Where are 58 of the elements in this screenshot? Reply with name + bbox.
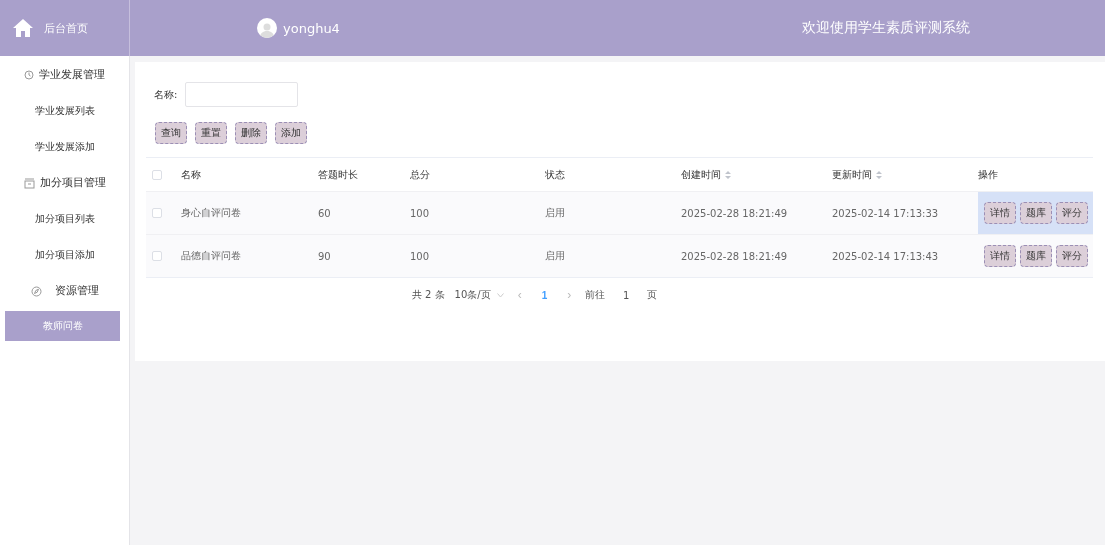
menu-group[interactable]: 加分项目管理 [0, 165, 129, 201]
menu-group-label: 学业发展管理 [39, 68, 105, 82]
table-cell: 2025-02-14 17:13:33 [832, 207, 939, 219]
action-button[interactable]: 重置 [195, 122, 227, 144]
row-action-button[interactable]: 评分 [1056, 245, 1088, 267]
menu-group-label: 加分项目管理 [39, 176, 106, 190]
page-size-select[interactable]: 10条/页 [454, 288, 504, 302]
table-cell: 100 [410, 207, 430, 219]
home-icon[interactable] [12, 18, 34, 38]
table-cell: 2025-02-28 18:21:49 [681, 207, 788, 219]
name-input[interactable] [185, 82, 299, 107]
row-action-button[interactable]: 题库 [1020, 202, 1052, 224]
menu-group-label: 资源管理 [54, 284, 99, 298]
avatar-icon [257, 18, 277, 38]
menu-item[interactable]: 加分项目列表 [0, 201, 129, 237]
table-cell: 品德自评问卷 [181, 249, 241, 263]
goto-label: 前往 [585, 288, 606, 302]
compass-icon [30, 285, 42, 297]
action-button[interactable]: 删除 [235, 122, 267, 144]
column-header: 总分 [410, 167, 430, 182]
row-checkbox[interactable] [152, 208, 162, 218]
table-cell: 身心自评问卷 [181, 206, 241, 220]
action-button[interactable]: 查询 [155, 122, 187, 144]
row-action-button[interactable]: 详情 [984, 202, 1016, 224]
menu-group[interactable]: 学业发展管理 [0, 57, 129, 93]
row-action-button[interactable]: 详情 [984, 245, 1016, 267]
total-count: 共 2 条 [411, 288, 445, 302]
table-cell: 60 [318, 207, 331, 219]
username: yonghu4 [283, 20, 340, 36]
row-action-button[interactable]: 题库 [1020, 245, 1052, 267]
table-cell: 2025-02-14 17:13:43 [832, 250, 939, 262]
column-header: 答题时长 [318, 167, 358, 182]
page-suffix: 页 [647, 288, 658, 302]
basket-icon [23, 177, 35, 189]
sort-icon[interactable] [725, 170, 731, 179]
menu-item[interactable]: 学业发展添加 [0, 129, 129, 165]
row-action-button[interactable]: 评分 [1056, 202, 1088, 224]
menu-item[interactable]: 加分项目添加 [0, 237, 129, 273]
caret-icon [496, 292, 504, 298]
table-cell: 100 [410, 250, 430, 262]
menu-item[interactable]: 学业发展列表 [0, 93, 129, 129]
table-cell: 启用 [545, 206, 565, 220]
table-cell: 启用 [545, 249, 565, 263]
name-label: 名称: [154, 87, 178, 102]
column-header: 操作 [978, 167, 998, 182]
select-all-checkbox[interactable] [152, 169, 162, 180]
clock-icon [24, 70, 34, 80]
table-cell: 90 [318, 250, 331, 262]
system-title: 欢迎使用学生素质评测系统 [802, 19, 970, 37]
column-header: 名称 [181, 167, 201, 182]
sort-icon[interactable] [876, 170, 882, 179]
action-button[interactable]: 添加 [275, 122, 307, 144]
column-header[interactable]: 创建时间 [681, 167, 721, 182]
menu-group[interactable]: 资源管理 [0, 273, 129, 309]
column-header[interactable]: 更新时间 [832, 167, 872, 182]
table-cell: 2025-02-28 18:21:49 [681, 250, 788, 262]
column-header: 状态 [545, 167, 565, 182]
row-checkbox[interactable] [152, 251, 162, 261]
